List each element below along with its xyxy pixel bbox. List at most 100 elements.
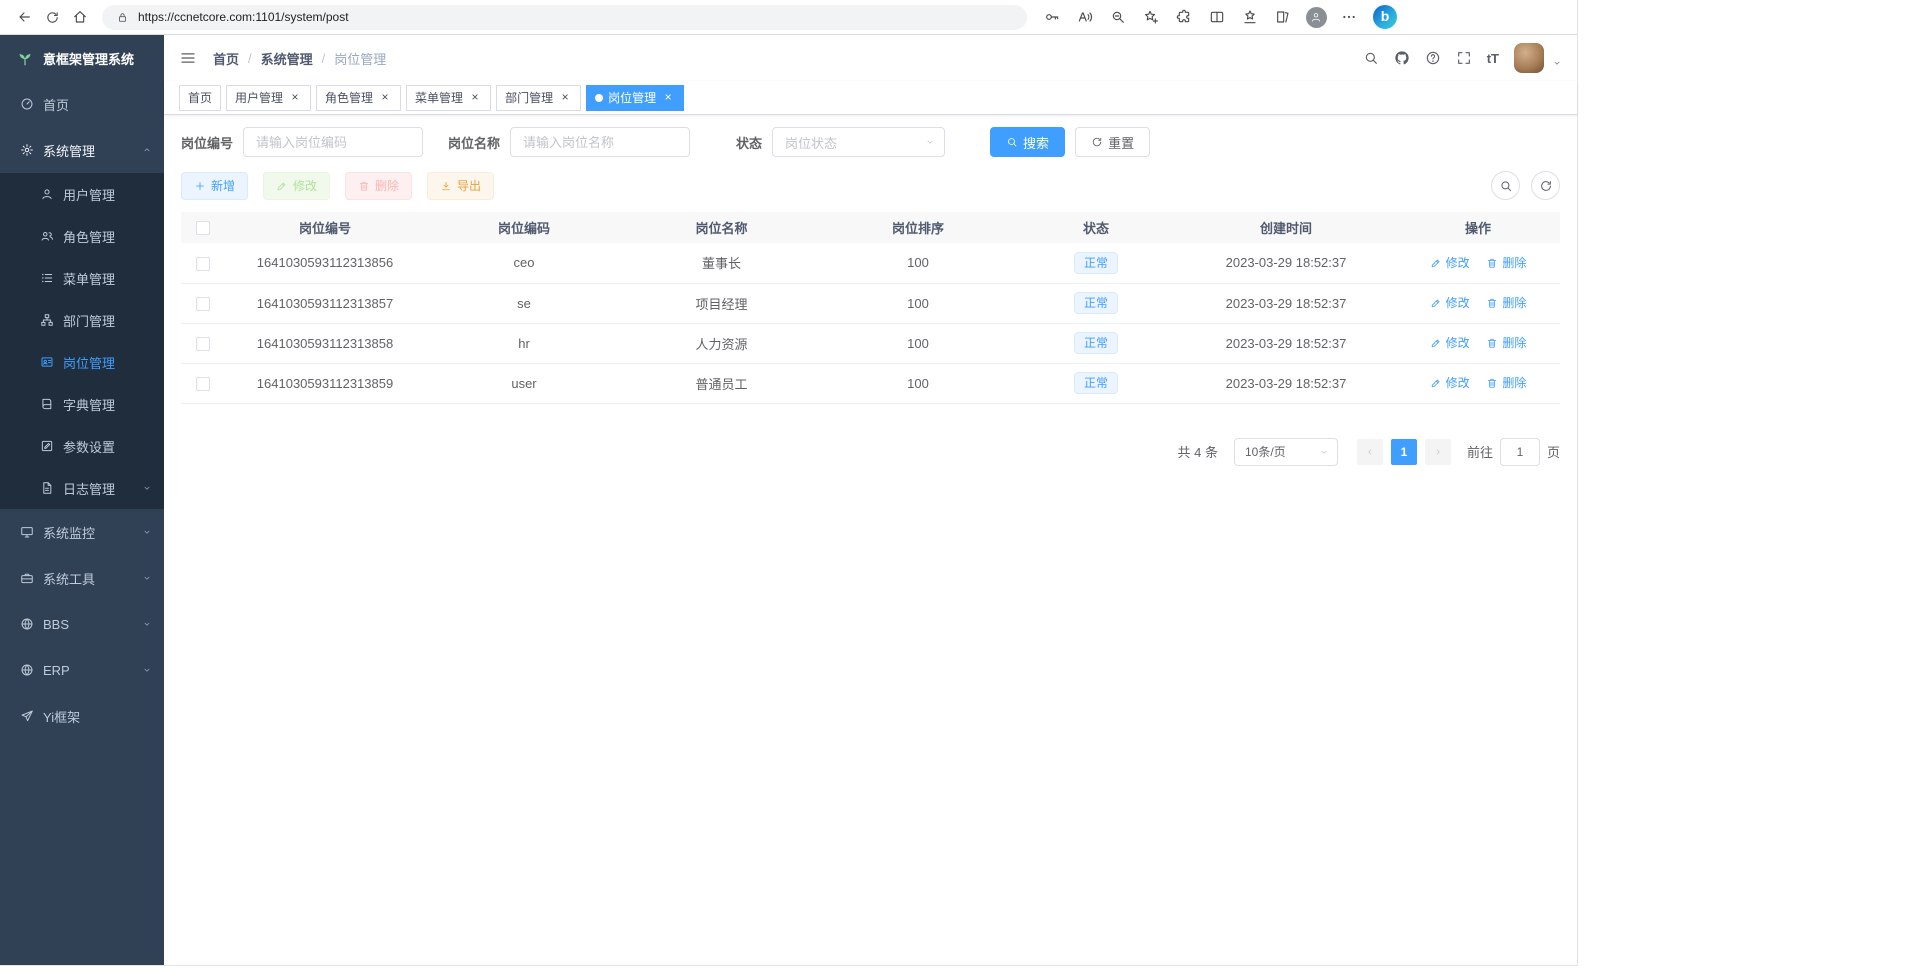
post-name-input[interactable] (510, 127, 690, 157)
sidebar-item-label: 角色管理 (63, 227, 115, 246)
browser-home-button[interactable] (66, 4, 94, 30)
sidebar-item-parameter-settings[interactable]: 参数设置 (0, 425, 164, 467)
sidebar-item-role-management[interactable]: 角色管理 (0, 215, 164, 257)
address-bar[interactable]: https://ccnetcore.com:1101/system/post (102, 5, 1027, 30)
tab-role-management[interactable]: 角色管理 × (316, 85, 401, 111)
row-checkbox[interactable] (196, 257, 210, 271)
sidebar-item-system-tools[interactable]: 系统工具 (0, 555, 164, 601)
next-page-button[interactable] (1425, 439, 1451, 465)
sidebar-item-dictionary-management[interactable]: 字典管理 (0, 383, 164, 425)
prev-page-button[interactable] (1357, 439, 1383, 465)
delete-button[interactable]: 删除 (345, 172, 412, 200)
read-aloud-button[interactable] (1070, 4, 1100, 30)
tab-post-management[interactable]: 岗位管理 × (586, 85, 684, 111)
app-logo[interactable]: 意框架管理系统 (0, 35, 164, 81)
header-search-icon[interactable] (1363, 50, 1379, 66)
chevron-down-icon (142, 665, 152, 675)
row-delete-button[interactable]: 删除 (1486, 334, 1526, 351)
sidebar-item-post-management[interactable]: 岗位管理 (0, 341, 164, 383)
breadcrumb: 首页 / 系统管理 / 岗位管理 (213, 49, 386, 68)
split-screen-button[interactable] (1202, 4, 1232, 30)
tab-home[interactable]: 首页 (179, 85, 221, 111)
font-size-icon[interactable]: tT (1487, 51, 1499, 66)
row-checkbox[interactable] (196, 297, 210, 311)
toggle-search-button[interactable] (1491, 171, 1520, 200)
favorites-button[interactable] (1235, 4, 1265, 30)
copilot-bing-button[interactable]: b (1373, 5, 1397, 29)
zoom-button[interactable] (1103, 4, 1133, 30)
tab-close-icon[interactable]: × (468, 91, 482, 105)
reset-button[interactable]: 重置 (1075, 127, 1150, 157)
row-edit-button[interactable]: 修改 (1430, 294, 1470, 311)
export-button[interactable]: 导出 (427, 172, 494, 200)
add-button[interactable]: 新增 (181, 172, 248, 200)
page-size-select[interactable]: 10条/页 (1234, 438, 1338, 466)
goto-page-input[interactable] (1500, 438, 1540, 466)
site-security-lock-icon[interactable] (116, 11, 129, 24)
row-delete-button[interactable]: 删除 (1486, 254, 1526, 271)
sidebar-item-erp[interactable]: ERP (0, 647, 164, 693)
goto-page-unit-label: 页 (1547, 442, 1560, 461)
system-management-submenu: 用户管理 角色管理 菜单管理 部门管理 岗位管理 (0, 173, 164, 509)
users-icon (40, 229, 54, 243)
row-delete-button[interactable]: 删除 (1486, 374, 1526, 391)
sidebar-item-home[interactable]: 首页 (0, 81, 164, 127)
github-icon[interactable] (1394, 50, 1410, 66)
chevron-down-icon (925, 137, 935, 147)
row-edit-button[interactable]: 修改 (1430, 254, 1470, 271)
browser-back-button[interactable] (10, 4, 38, 30)
row-edit-button[interactable]: 修改 (1430, 334, 1470, 351)
row-delete-button[interactable]: 删除 (1486, 294, 1526, 311)
user-avatar[interactable] (1514, 43, 1544, 73)
tab-menu-management[interactable]: 菜单管理 × (406, 85, 491, 111)
book-icon (40, 397, 54, 411)
puzzle-icon (1176, 9, 1192, 25)
column-status: 状态 (1016, 212, 1176, 243)
row-edit-button[interactable]: 修改 (1430, 374, 1470, 391)
tab-close-icon[interactable]: × (288, 91, 302, 105)
delete-button-label: 删除 (375, 177, 399, 194)
tab-user-management[interactable]: 用户管理 × (226, 85, 311, 111)
browser-refresh-button[interactable] (38, 4, 66, 30)
sidebar-item-department-management[interactable]: 部门管理 (0, 299, 164, 341)
tab-close-icon[interactable]: × (661, 91, 675, 105)
sidebar-item-menu-management[interactable]: 菜单管理 (0, 257, 164, 299)
sidebar-item-system-monitor[interactable]: 系统监控 (0, 509, 164, 555)
row-checkbox[interactable] (196, 377, 210, 391)
chevron-down-icon (142, 619, 152, 629)
cell-post-name: 人力资源 (623, 323, 820, 363)
page-number-button[interactable]: 1 (1391, 439, 1417, 465)
extensions-button[interactable] (1169, 4, 1199, 30)
tab-close-icon[interactable]: × (378, 91, 392, 105)
sidebar-item-log-management[interactable]: 日志管理 (0, 467, 164, 509)
add-favorite-button[interactable] (1136, 4, 1166, 30)
fullscreen-icon[interactable] (1456, 50, 1472, 66)
search-button[interactable]: 搜索 (990, 127, 1065, 157)
breadcrumb-home[interactable]: 首页 (213, 49, 239, 68)
sidebar-item-system-management[interactable]: 系统管理 (0, 127, 164, 173)
trash-icon (1486, 337, 1498, 349)
tab-label: 岗位管理 (608, 89, 656, 106)
table-row: 1641030593112313859 user 普通员工 100 正常 202… (181, 363, 1560, 403)
search-form: 岗位编号 岗位名称 状态 岗位状态 (181, 127, 1560, 157)
sidebar-item-yi-framework[interactable]: Yi框架 (0, 693, 164, 739)
collections-button[interactable] (1268, 4, 1298, 30)
tab-department-management[interactable]: 部门管理 × (496, 85, 581, 111)
row-checkbox[interactable] (196, 337, 210, 351)
edit-button[interactable]: 修改 (263, 172, 330, 200)
post-code-input[interactable] (243, 127, 423, 157)
refresh-table-button[interactable] (1531, 171, 1560, 200)
sidebar-item-user-management[interactable]: 用户管理 (0, 173, 164, 215)
browser-profile-button[interactable] (1301, 4, 1331, 30)
avatar-caret-down-icon[interactable] (1552, 58, 1562, 68)
sidebar-item-bbs[interactable]: BBS (0, 601, 164, 647)
browser-more-menu-button[interactable] (1334, 4, 1364, 30)
help-question-icon[interactable] (1425, 50, 1441, 66)
status-select[interactable]: 岗位状态 (772, 127, 945, 157)
breadcrumb-system-management[interactable]: 系统管理 (261, 49, 313, 68)
tab-close-icon[interactable]: × (558, 91, 572, 105)
column-post-sort: 岗位排序 (820, 212, 1016, 243)
sidebar-toggle-icon[interactable] (179, 49, 197, 67)
password-manager-button[interactable] (1037, 4, 1067, 30)
select-all-checkbox[interactable] (196, 221, 210, 235)
